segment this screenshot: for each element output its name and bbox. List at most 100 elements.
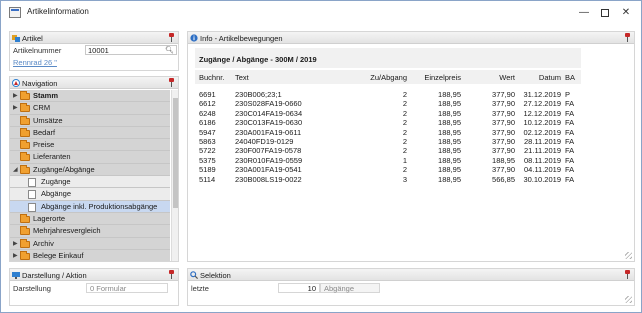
nav-item[interactable]: Zugänge [10,176,170,189]
scrollbar-thumb[interactable] [173,98,178,208]
table-cell: 6691 [199,90,216,99]
maximize-button[interactable] [595,5,615,21]
pin-icon[interactable] [624,270,631,279]
abgaenge-unit-box: Abgänge [320,283,380,293]
table-row[interactable]: 5375 230R010FA19-0559 1 188,95 188,95 08.11.2… [195,156,581,165]
column-header[interactable]: BA [565,73,575,82]
title-bar: Artikelinformation — ✕ [1,1,641,25]
table-cell: 12.12.2019 [523,108,561,118]
column-header[interactable]: Wert [499,73,515,82]
nav-item[interactable]: ▶ Belege Einkauf [10,249,170,261]
table-cell: 188,95 [438,90,461,99]
table-row[interactable]: 5947 230A001FA19-0611 2 188,95 377,90 02.12.2… [195,128,581,137]
navigation-scrollbar[interactable] [171,90,178,261]
table-cell: 10.12.2019 [523,118,561,128]
expand-arrow-icon[interactable]: ▶ [13,238,18,250]
expand-arrow-icon[interactable]: ▶ [13,102,18,114]
pin-icon[interactable] [168,78,175,87]
maximize-icon [601,9,609,17]
table-cell: 188,95 [438,127,461,137]
table-row[interactable]: 5722 230F007FA19-0578 2 188,95 377,90 21.11.2… [195,146,581,155]
letzte-count-input[interactable]: 10 [278,283,320,293]
nav-item[interactable]: Preise [10,139,170,152]
table-row[interactable]: 6186 230C013FA19-0630 2 188,95 377,90 10.12.2… [195,118,581,127]
table-row[interactable]: 6248 230C014FA19-0634 2 188,95 377,90 12.12.2… [195,109,581,118]
table-cell: 5947 [199,127,216,137]
table-cell: 230B008LS19-0022 [235,174,302,184]
letzte-label: letzte [191,284,209,293]
nav-item[interactable]: ▶ Archiv [10,237,170,250]
display-icon [12,272,20,279]
minimize-button[interactable]: — [574,5,594,21]
table-cell: 230C014FA19-0634 [235,108,303,118]
pin-icon[interactable] [624,33,631,42]
table-row[interactable]: 5189 230A001FA19-0541 2 188,95 377,90 04.11.2… [195,165,581,174]
close-button[interactable]: ✕ [616,5,636,21]
artikelnummer-input[interactable]: 10001 🔍︎ [85,45,177,55]
column-header[interactable]: Text [235,73,249,82]
table-cell: FA [565,155,575,165]
magnifier-icon [190,271,198,279]
darstellung-select[interactable]: 0 Formular [86,283,168,293]
artikel-icon [12,35,20,42]
table-row[interactable]: 5114 230B008LS19-0022 3 188,95 566,85 30.10.2… [195,175,581,184]
resize-grip[interactable] [625,296,632,303]
column-header[interactable]: Buchnr. [199,73,224,82]
table-cell: 2 [402,146,407,156]
expand-arrow-icon[interactable]: ▶ [13,90,18,102]
nav-item[interactable]: Abgänge [10,188,170,201]
table-row[interactable]: 6612 230S028FA19-0660 2 188,95 377,90 27.12.2… [195,99,581,108]
nav-item-label: Archiv [33,238,54,248]
table-row[interactable]: 5863 24040FD19-0129 2 188,95 377,90 28.11.201… [195,137,581,146]
artikel-description-link[interactable]: Rennrad 26 " [13,58,57,67]
nav-item[interactable]: Lieferanten [10,151,170,164]
darstellung-value: 0 Formular [90,284,127,293]
table-cell: 6612 [199,99,216,109]
table-cell: 377,90 [492,165,515,175]
table-cell: 230A001FA19-0541 [235,165,302,175]
folder-icon [20,250,30,260]
table-cell: 2 [402,99,407,109]
nav-item[interactable]: Lagerorte [10,212,170,226]
table-cell: 188,95 [438,155,461,165]
info-icon [190,34,198,42]
darstellung-panel-header: Darstellung / Aktion [10,269,178,281]
table-cell: 5863 [199,137,216,146]
resize-grip[interactable] [625,252,632,259]
darstellung-panel-title: Darstellung / Aktion [22,271,87,280]
search-icon[interactable]: 🔍︎ [165,46,174,55]
darstellung-label: Darstellung [13,284,51,293]
nav-item[interactable]: Bedarf [10,126,170,140]
info-panel-title: Info - Artikelbewegungen [200,34,283,43]
table-cell: FA [565,118,575,128]
nav-item[interactable]: ▶ Stamm [10,90,170,103]
nav-item-label: Abgänge [41,189,72,199]
folder-icon [20,226,30,236]
nav-item[interactable]: ▶ CRM [10,102,170,115]
info-panel: Info - Artikelbewegungen Zugänge / Abgän… [187,31,635,262]
table-cell: 188,95 [438,137,461,146]
column-header[interactable]: Datum [539,73,561,82]
table-cell: 2 [402,165,407,175]
table-row[interactable]: 6691 230B006;23;1 2 188,95 377,90 31.12.2019 P [195,90,581,99]
pin-icon[interactable] [168,270,175,279]
column-header[interactable]: Zu/Abgang [370,73,407,82]
nav-item[interactable]: Abgänge inkl. Produktionsabgänge [10,200,170,213]
table-cell: 5722 [199,146,216,156]
window-title: Artikelinformation [27,7,89,16]
column-header[interactable]: Einzelpreis [424,73,461,82]
document-icon [28,202,36,212]
table-header: Buchnr. Text Zu/Abgang Einzelpreis Wert Datum… [195,70,581,84]
expand-arrow-icon[interactable]: ▶ [13,250,18,261]
darstellung-panel: Darstellung / Aktion Darstellung 0 Formu… [9,268,179,306]
nav-item[interactable]: Mehrjahresvergleich [10,225,170,238]
nav-item[interactable]: ◢ Zugänge/Abgänge [10,163,170,177]
nav-item[interactable]: Umsätze [10,114,170,127]
artikelnummer-label: Artikelnummer [13,46,62,55]
table-cell: 566,85 [492,174,515,184]
document-icon [28,178,36,188]
pin-icon[interactable] [168,33,175,42]
folder-icon [20,140,30,150]
table-cell: 377,90 [492,146,515,156]
expand-arrow-icon[interactable]: ◢ [13,164,18,176]
